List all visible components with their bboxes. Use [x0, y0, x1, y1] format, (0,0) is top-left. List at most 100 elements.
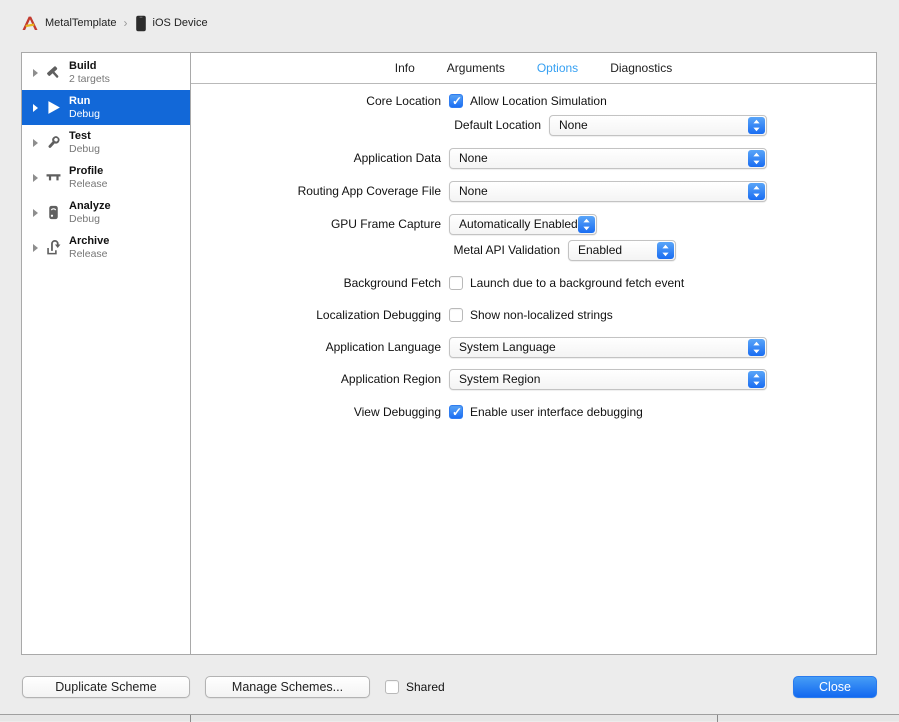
sidebar-item-archive[interactable]: Archive Release: [22, 230, 190, 265]
dialog-footer: Duplicate Scheme Manage Schemes... Share…: [0, 655, 899, 714]
disclosure-triangle-icon[interactable]: [33, 173, 38, 182]
default-location-popup[interactable]: None: [549, 114, 767, 136]
breadcrumb-separator: ›: [123, 16, 128, 30]
popup-value: None: [459, 151, 488, 165]
sidebar-item-title: Test: [69, 129, 91, 142]
sidebar-item-title: Archive: [69, 234, 110, 247]
field-label: Localization Debugging: [316, 308, 441, 322]
popup-stepper-icon: [748, 149, 765, 167]
breadcrumb-destination[interactable]: iOS Device: [153, 17, 208, 29]
gpu-frame-capture-popup[interactable]: Automatically Enabled: [449, 213, 597, 235]
sidebar-item-subtitle: Debug: [69, 107, 100, 120]
close-button[interactable]: Close: [793, 676, 877, 698]
popup-stepper-icon: [657, 241, 674, 259]
caliper-icon: [43, 168, 63, 188]
application-data-popup[interactable]: None: [449, 147, 767, 169]
field-label: Routing App Coverage File: [297, 184, 441, 198]
sidebar-item-title: Build: [69, 59, 97, 72]
tab-diagnostics[interactable]: Diagnostics: [610, 61, 672, 75]
options-content-pane: Info Arguments Options Diagnostics Core …: [191, 52, 877, 655]
scheme-actions-sidebar: Build 2 targets Run Debug Test Debug Pro…: [21, 52, 191, 655]
shared-checkbox[interactable]: [385, 680, 399, 694]
routing-app-coverage-row: Routing App Coverage File None: [191, 180, 876, 202]
scheme-breadcrumb-bar: MetalTemplate › iOS Device: [0, 0, 899, 46]
popup-value: System Region: [459, 372, 541, 386]
analyze-icon: [43, 203, 63, 223]
popup-value: None: [459, 184, 488, 198]
routing-app-coverage-popup[interactable]: None: [449, 180, 767, 202]
sidebar-item-title: Run: [69, 94, 91, 107]
field-label: Background Fetch: [343, 276, 441, 290]
application-data-row: Application Data None: [191, 147, 876, 169]
field-label: Metal API Validation: [453, 243, 560, 257]
shared-label: Shared: [406, 680, 445, 694]
disclosure-triangle-icon[interactable]: [33, 138, 38, 147]
play-icon: [43, 98, 63, 118]
view-debugging-row: View Debugging Enable user interface deb…: [191, 401, 876, 423]
options-form: Core Location Allow Location Simulation …: [191, 84, 876, 423]
disclosure-triangle-icon[interactable]: [33, 243, 38, 252]
disclosure-triangle-icon[interactable]: [33, 208, 38, 217]
checkbox-label: Launch due to a background fetch event: [470, 276, 685, 290]
sidebar-item-subtitle: Release: [69, 247, 108, 260]
disclosure-triangle-icon[interactable]: [33, 103, 38, 112]
sidebar-item-subtitle: Release: [69, 177, 108, 190]
metal-api-validation-row: Metal API Validation Enabled: [191, 239, 876, 261]
field-label: Default Location: [454, 118, 541, 132]
application-language-popup[interactable]: System Language: [449, 336, 767, 358]
tab-options[interactable]: Options: [537, 61, 578, 75]
popup-value: Enabled: [578, 243, 623, 257]
allow-location-simulation-checkbox[interactable]: [449, 94, 463, 108]
field-label: Application Region: [340, 372, 441, 386]
duplicate-scheme-button[interactable]: Duplicate Scheme: [22, 676, 190, 698]
checkbox-label: Allow Location Simulation: [470, 94, 607, 108]
sidebar-item-subtitle: 2 targets: [69, 72, 110, 85]
field-label: View Debugging: [353, 405, 441, 419]
popup-value: System Language: [459, 340, 556, 354]
gpu-frame-capture-row: GPU Frame Capture Automatically Enabled: [191, 213, 876, 235]
default-location-row: Default Location None: [191, 114, 876, 136]
core-location-row: Core Location Allow Location Simulation: [191, 90, 876, 112]
manage-schemes-button[interactable]: Manage Schemes...: [205, 676, 370, 698]
show-non-localized-strings-checkbox[interactable]: [449, 308, 463, 322]
wrench-icon: [43, 133, 63, 153]
metal-api-validation-popup[interactable]: Enabled: [568, 239, 676, 261]
tab-info[interactable]: Info: [395, 61, 415, 75]
field-label: Core Location: [366, 94, 441, 108]
breadcrumb-scheme-name[interactable]: MetalTemplate: [45, 17, 117, 29]
sidebar-item-build[interactable]: Build 2 targets: [22, 55, 190, 90]
checkbox-label: Show non-localized strings: [470, 308, 613, 322]
scheme-tab-bar: Info Arguments Options Diagnostics: [191, 53, 876, 84]
app-project-icon: [21, 14, 39, 32]
application-language-row: Application Language System Language: [191, 336, 876, 358]
ios-device-icon: [135, 15, 147, 32]
popup-stepper-icon: [748, 370, 765, 388]
popup-stepper-icon: [748, 182, 765, 200]
tab-arguments[interactable]: Arguments: [447, 61, 505, 75]
shared-option: Shared: [385, 680, 445, 694]
popup-value: Automatically Enabled: [459, 217, 578, 231]
field-label: Application Language: [325, 340, 441, 354]
popup-stepper-icon: [748, 338, 765, 356]
sidebar-item-title: Analyze: [69, 199, 111, 212]
background-fetch-row: Background Fetch Launch due to a backgro…: [191, 272, 876, 294]
popup-stepper-icon: [578, 215, 595, 233]
sidebar-item-test[interactable]: Test Debug: [22, 125, 190, 160]
enable-ui-debugging-checkbox[interactable]: [449, 405, 463, 419]
popup-stepper-icon: [748, 116, 765, 134]
popup-value: None: [559, 118, 588, 132]
sidebar-item-run[interactable]: Run Debug: [22, 90, 190, 125]
field-label: GPU Frame Capture: [330, 217, 441, 231]
underlying-window-edge: [0, 714, 899, 722]
archive-icon: [43, 238, 63, 258]
field-label: Application Data: [353, 151, 441, 165]
sidebar-item-analyze[interactable]: Analyze Debug: [22, 195, 190, 230]
sidebar-item-subtitle: Debug: [69, 142, 100, 155]
application-region-popup[interactable]: System Region: [449, 368, 767, 390]
disclosure-triangle-icon[interactable]: [33, 68, 38, 77]
background-fetch-checkbox[interactable]: [449, 276, 463, 290]
sidebar-item-title: Profile: [69, 164, 104, 177]
sidebar-item-profile[interactable]: Profile Release: [22, 160, 190, 195]
hammer-icon: [43, 63, 63, 83]
localization-debugging-row: Localization Debugging Show non-localize…: [191, 304, 876, 326]
